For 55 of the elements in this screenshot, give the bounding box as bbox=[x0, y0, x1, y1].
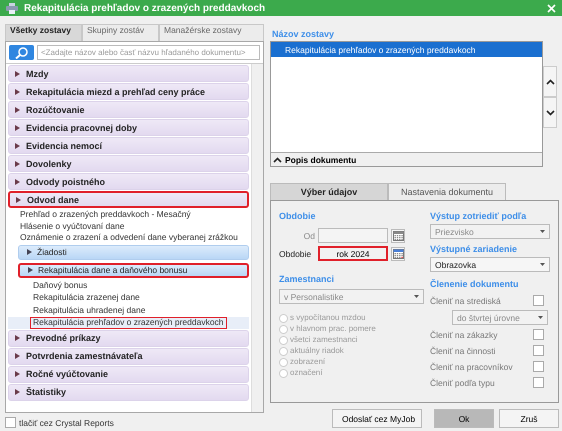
group-header[interactable]: Odvody poistného bbox=[8, 173, 249, 190]
group-header[interactable]: Evidencia pracovnej doby bbox=[8, 119, 249, 136]
subgroup-header[interactable]: Rekapitulácia dane a daňového bonusu bbox=[18, 262, 249, 278]
section-heading: Výstupné zariadenie bbox=[430, 244, 518, 254]
option-label: aktuálny riadok bbox=[290, 346, 344, 356]
ok-button[interactable]: Ok bbox=[434, 409, 494, 428]
option-label: s vypočítanou mzdou bbox=[290, 313, 366, 323]
report-item[interactable]: Rekapitulácia zrazenej dane bbox=[8, 292, 249, 304]
tab[interactable]: Výber údajov bbox=[270, 183, 388, 200]
option-label: Členiť na zákazky bbox=[430, 330, 498, 340]
checkbox-label: tlačiť cez Crystal Reports bbox=[19, 418, 114, 428]
group-header[interactable]: Odvod dane bbox=[8, 191, 249, 208]
section-heading: Názov zostavy bbox=[272, 29, 336, 39]
tab[interactable]: Všetky zostavy bbox=[5, 24, 82, 41]
option-label: Členiť na činnosti bbox=[430, 346, 496, 356]
group-header[interactable]: Rozúčtovanie bbox=[8, 101, 249, 118]
window-title: Rekapitulácia prehľadov o zrazených preddavkoch bbox=[24, 2, 266, 14]
report-item[interactable]: Rekapitulácia uhradenej dane bbox=[8, 304, 249, 316]
group-header[interactable]: Ročné vyúčtovanie bbox=[8, 366, 249, 382]
option-label: označení bbox=[290, 368, 322, 378]
cancel-button[interactable]: Zruš bbox=[499, 409, 559, 428]
section-heading: Výstup zotriediť podľa bbox=[430, 211, 528, 221]
group-header[interactable]: Potvrdenia zamestnávateľa bbox=[8, 348, 249, 364]
option-label: všetci zamestnanci bbox=[290, 335, 358, 345]
option-label: Členiť podľa typu bbox=[430, 378, 495, 388]
group-header[interactable]: Evidencia nemocí bbox=[8, 137, 249, 154]
report-item[interactable]: Daňový bonus bbox=[8, 280, 249, 291]
option-label: v hlavnom prac. pomere bbox=[290, 324, 376, 334]
report-list-item[interactable]: Rekapitulácia prehľadov o zrazených preddavkoch bbox=[271, 42, 542, 57]
tab[interactable]: Skupiny zostáv bbox=[82, 24, 159, 41]
send-button[interactable]: Odoslať cez MyJob bbox=[332, 409, 422, 428]
period-field[interactable]: rok 2024 bbox=[318, 246, 388, 261]
field-label: Obdobie bbox=[279, 248, 312, 258]
option-label: Členiť na strediská bbox=[430, 296, 501, 306]
group-header[interactable]: Rekapitulácia miezd a prehľad ceny práce bbox=[8, 83, 249, 100]
section-heading: Členenie dokumentu bbox=[430, 279, 520, 289]
report-item[interactable]: Rekapitulácia prehľadov o zrazených preddavkoch bbox=[8, 317, 249, 328]
group-header[interactable]: Prevodné príkazy bbox=[8, 330, 249, 346]
group-header[interactable]: Mzdy bbox=[8, 65, 249, 82]
report-item[interactable]: Prehľad o zrazených preddavkoch - Mesačný bbox=[8, 209, 249, 220]
tab[interactable]: Nastavenia dokumentu bbox=[388, 183, 506, 200]
option-label: Členiť na pracovníkov bbox=[430, 362, 513, 372]
output-dropdown[interactable]: Obrazovka bbox=[430, 257, 550, 272]
option-label: zobrazení bbox=[290, 357, 326, 367]
group-header[interactable]: Dovolenky bbox=[8, 155, 249, 172]
subgroup-header[interactable]: Žiadosti bbox=[18, 244, 249, 260]
section-heading: Zamestnanci bbox=[279, 274, 336, 284]
description-toggle[interactable]: Popis dokumentu bbox=[271, 152, 542, 166]
field-label: Od bbox=[302, 230, 315, 240]
report-item[interactable]: Oznámenie o zrazení a odvedení dane vyberanej zrážkou bbox=[8, 232, 249, 242]
search-field[interactable]: <Zadajte názov alebo časť názvu hľadaného dokumentu> bbox=[37, 45, 260, 60]
tab[interactable]: Manažérske zostavy bbox=[159, 24, 264, 41]
group-header[interactable]: Štatistiky bbox=[8, 384, 249, 400]
section-heading: Obdobie bbox=[279, 211, 316, 221]
report-item[interactable]: Hlásenie o vyúčtovaní dane bbox=[8, 220, 249, 231]
